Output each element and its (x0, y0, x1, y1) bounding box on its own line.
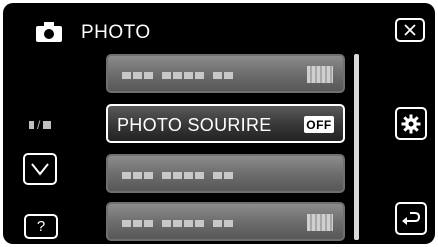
gear-icon (401, 114, 421, 133)
back-button[interactable] (395, 202, 427, 235)
mode-toggle-icon: / (29, 119, 52, 131)
help-label: ? (36, 218, 46, 235)
chevron-down-icon (31, 163, 49, 176)
scroll-down-button[interactable] (23, 153, 57, 185)
close-button[interactable] (395, 18, 425, 42)
scrollbar[interactable] (354, 54, 359, 240)
menu-item-photo-sourire[interactable]: PHOTO SOURIRE OFF (106, 104, 345, 143)
help-button[interactable]: ? (24, 214, 58, 239)
placeholder-text (122, 220, 233, 227)
menu-item-disabled[interactable] (106, 154, 345, 193)
setting-value-icon (307, 66, 333, 83)
setting-value-icon (307, 214, 333, 231)
return-arrow-icon (402, 211, 421, 225)
settings-button[interactable] (395, 107, 427, 140)
menu-item-disabled[interactable] (106, 54, 345, 93)
menu-item-label: PHOTO SOURIRE (117, 115, 272, 135)
off-badge: OFF (304, 116, 334, 133)
camera-icon (36, 22, 62, 42)
menu-title: PHOTO (81, 22, 151, 43)
scrollbar-thumb[interactable] (354, 54, 359, 240)
close-icon (404, 24, 416, 36)
camera-menu-screen: PHOTO / ? PHOTO SOURIRE OFF (3, 3, 435, 244)
placeholder-text (122, 72, 233, 79)
placeholder-text (122, 172, 233, 179)
menu-item-disabled[interactable] (106, 202, 345, 241)
